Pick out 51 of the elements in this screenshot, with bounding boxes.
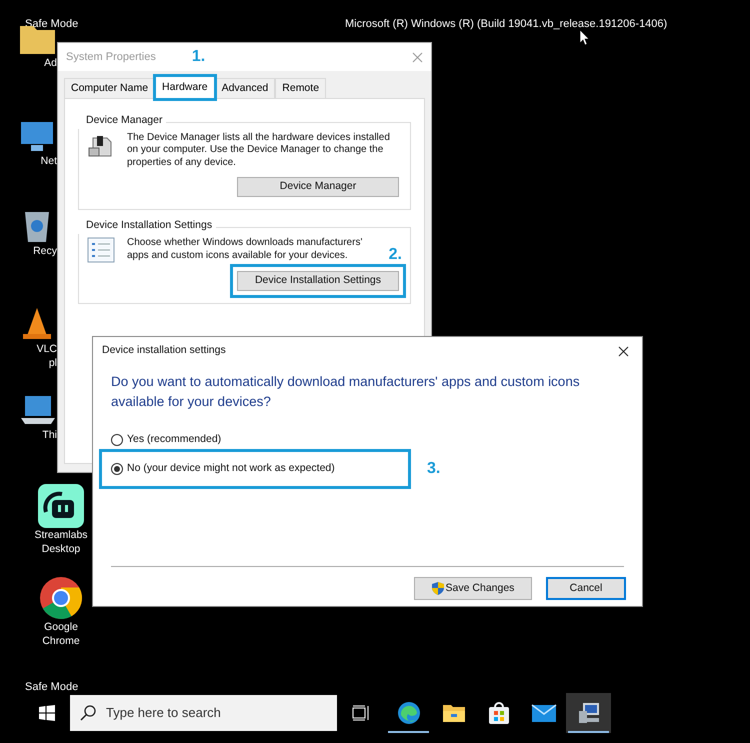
tab[interactable]: Hardware [155,76,215,99]
device-settings-button[interactable]: Device Installation Settings [237,271,399,291]
envelope-icon [530,703,556,723]
shopping-bag-icon [486,701,510,725]
tab[interactable]: Computer Name [64,78,156,98]
icon-label: Streamlabs [34,528,88,542]
group-title: Device Manager [78,113,166,129]
radio-button[interactable] [111,462,123,475]
edge-icon [396,701,420,725]
step-label: 1. [192,47,206,67]
icon-label: VLC [36,342,57,356]
description-text: Choose whether Windows downloads manufacturers' apps and custom icons available for your devices. [127,237,364,262]
search-icon [80,705,96,721]
icon-label: Chrome [42,634,80,648]
window-title: System Properties [66,50,156,65]
computer-icon [576,701,600,725]
description-text: The Device Manager lists all the hardware devices installed on your computer. Use the Device Manager to change the properties of any device. [127,132,391,170]
icon-label: Thi [42,428,57,442]
icon-label: pl [48,356,57,370]
streamlabs-icon [38,484,84,528]
icon-label: Net [40,154,57,168]
safe-mode-label: Safe Mode [25,680,78,695]
icon-label: Google [44,620,78,634]
icon-label: Recy [33,244,57,258]
group-title: Device Installation Settings [78,218,216,234]
mouse-cursor-icon [580,30,590,45]
tab[interactable]: Advanced [214,78,276,98]
checklist-icon [87,237,115,263]
build-info-text: Microsoft (R) Windows (R) (Build 19041.vb_release.191206-1406) [345,17,668,32]
windows-start-icon[interactable] [39,705,55,721]
close-icon[interactable] [618,346,629,356]
question-text: Do you want to automatically download manufacturers' apps and custom icons available for your devices? [110,373,581,411]
radio-option[interactable]: No (your device might not work as expected) [111,460,399,477]
cancel-button[interactable]: Cancel [546,577,626,600]
tab[interactable]: Remote [275,78,326,98]
dialog-title: Device installation settings [102,343,226,358]
folder-icon [442,702,466,724]
chrome-icon [38,576,84,620]
icon-label: Desktop [42,542,80,556]
search-field[interactable]: Type here to search [70,695,337,731]
save-changes-button[interactable]: Save Changes [414,577,532,600]
shield-icon [432,582,444,595]
device-settings-button[interactable]: Device Manager [237,177,399,198]
radio-option[interactable]: Yes (recommended) [111,432,399,448]
radio-button[interactable] [111,434,123,446]
icon-label: Ad [44,56,57,70]
task-view-icon[interactable] [352,705,370,721]
taskbar-app[interactable] [566,693,611,733]
step-label: 3. [427,458,440,479]
step-label: 2. [388,247,402,263]
search-input[interactable]: Type here to search [106,703,327,723]
